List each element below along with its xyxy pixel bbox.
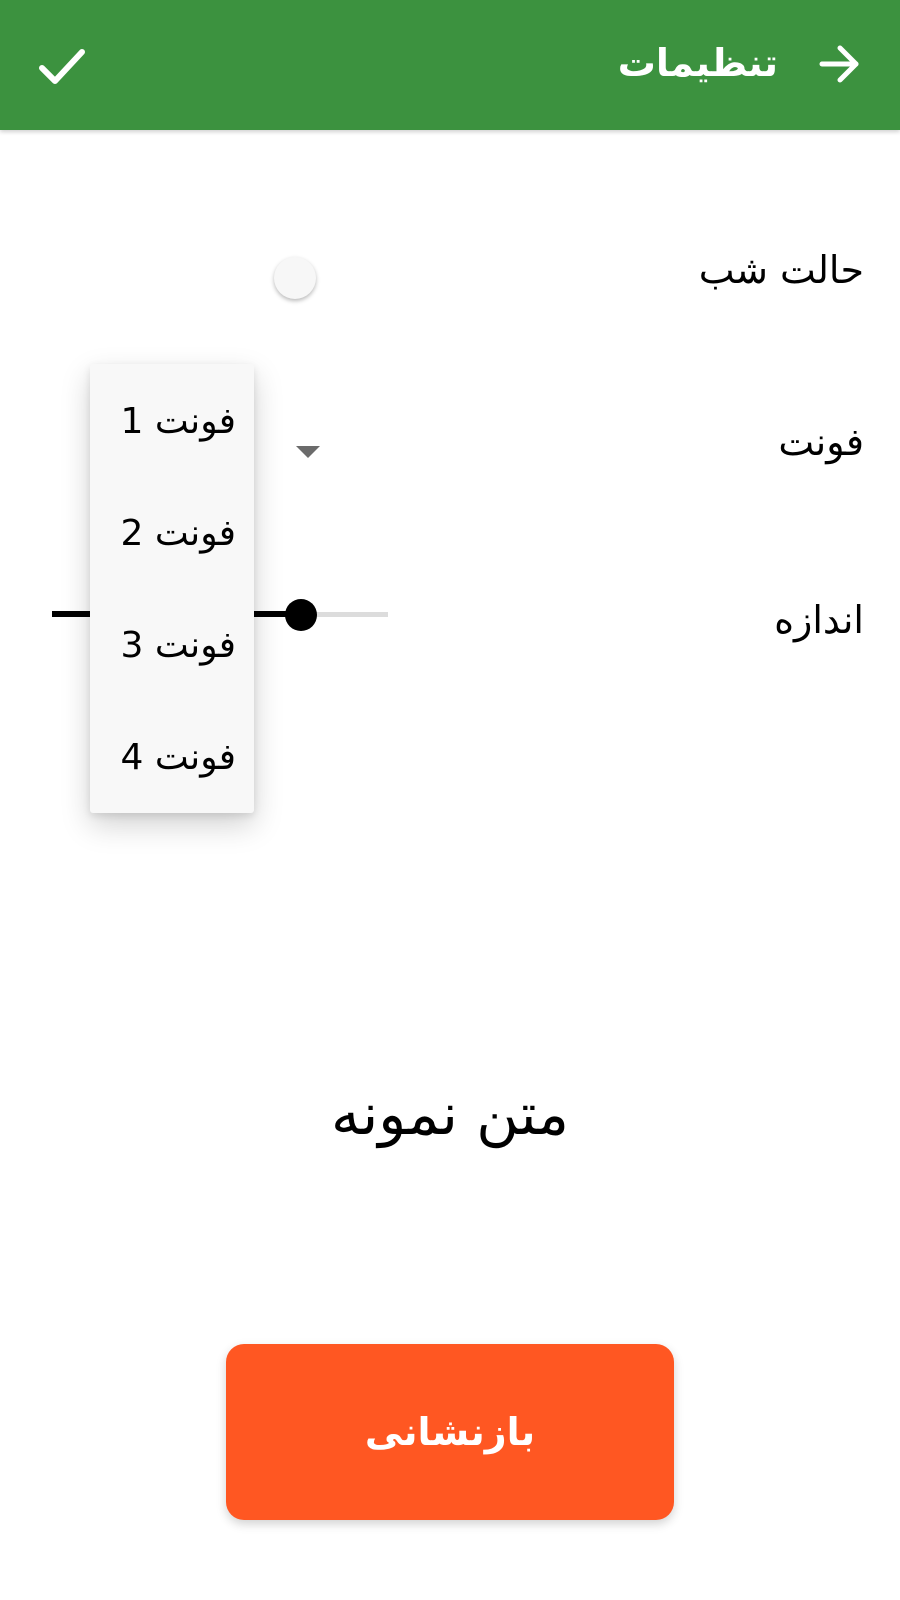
font-option-1[interactable]: فونت 1 [90, 366, 254, 478]
app-bar: تنظیمات [0, 0, 900, 130]
sample-text-preview: متن نمونه [330, 1080, 570, 1148]
switch-thumb [274, 257, 316, 299]
dropdown-arrow-icon[interactable] [296, 446, 320, 458]
page-title: تنظیمات [617, 41, 778, 85]
font-option-3[interactable]: فونت 3 [90, 590, 254, 702]
reset-button[interactable]: بازنشانی [226, 1344, 674, 1520]
font-option-2[interactable]: فونت 2 [90, 478, 254, 590]
font-option-4[interactable]: فونت 4 [90, 702, 254, 814]
night-mode-label: حالت شب [698, 248, 864, 292]
night-mode-switch[interactable] [270, 253, 318, 301]
font-label: فونت [778, 420, 864, 464]
back-arrow-icon[interactable] [816, 40, 864, 88]
font-dropdown-menu: فونت 1 فونت 2 فونت 3 فونت 4 [90, 364, 254, 813]
size-label: اندازه [774, 598, 864, 642]
slider-thumb[interactable] [285, 599, 317, 631]
check-icon[interactable] [36, 40, 88, 92]
